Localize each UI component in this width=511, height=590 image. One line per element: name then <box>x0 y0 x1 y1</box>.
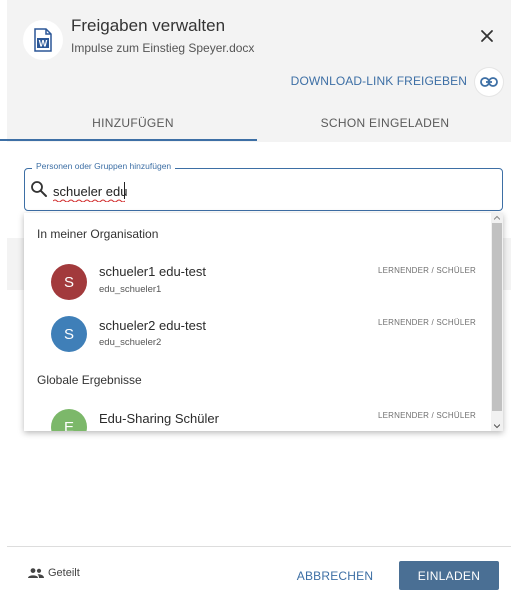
option-edu-sharing[interactable]: E Edu-Sharing Schüler LERNENDER / SCHÜLE… <box>24 406 490 431</box>
search-legend: Personen oder Gruppen hinzufügen <box>32 161 176 171</box>
option-schueler2[interactable]: S schueler2 edu-test edu_schueler2 LERNE… <box>24 312 490 362</box>
download-link-share-button[interactable]: DOWNLOAD-LINK FREIGEBEN <box>291 74 467 88</box>
avatar: S <box>51 316 87 352</box>
link-icon <box>480 77 498 87</box>
shared-label: Geteilt <box>48 567 80 579</box>
word-file-icon: W <box>23 20 63 60</box>
close-button[interactable] <box>475 24 499 48</box>
cancel-button[interactable]: ABBRECHEN <box>296 564 374 588</box>
dialog-title: Freigaben verwalten <box>71 16 226 35</box>
tab-add[interactable]: HINZUFÜGEN <box>7 106 259 142</box>
invite-button[interactable]: EINLADEN <box>399 561 499 590</box>
autocomplete-dropdown: In meiner Organisation S schueler1 edu-t… <box>24 213 503 431</box>
footer-divider <box>7 546 511 547</box>
option-username: edu_schueler1 <box>99 284 162 295</box>
group-label-global: Globale Ergebnisse <box>37 373 142 387</box>
option-role: LERNENDER / SCHÜLER <box>377 266 476 275</box>
search-icon <box>31 181 47 197</box>
option-name: schueler2 edu-test <box>99 318 206 333</box>
option-schueler1[interactable]: S schueler1 edu-test edu_schueler1 LERNE… <box>24 258 490 308</box>
option-role: LERNENDER / SCHÜLER <box>377 411 476 420</box>
option-role: LERNENDER / SCHÜLER <box>377 318 476 327</box>
spellcheck-underline <box>53 199 125 202</box>
scroll-thumb[interactable] <box>492 223 502 411</box>
active-tab-indicator <box>0 139 257 141</box>
avatar: S <box>51 264 87 300</box>
scroll-down-icon[interactable] <box>494 423 500 429</box>
tab-bar: HINZUFÜGEN SCHON EINGELADEN <box>7 106 511 142</box>
close-icon <box>481 30 493 42</box>
avatar: E <box>51 409 87 431</box>
shared-status[interactable]: Geteilt <box>28 567 80 579</box>
link-share-button[interactable] <box>475 68 503 96</box>
option-username: edu_schueler2 <box>99 337 162 348</box>
tab-already-invited[interactable]: SCHON EINGELADEN <box>259 106 511 142</box>
group-label-organisation: In meiner Organisation <box>37 227 159 241</box>
people-icon <box>28 568 44 578</box>
text-caret <box>124 182 125 199</box>
dialog-header: W Freigaben verwalten Impulse zum Einsti… <box>7 0 511 142</box>
option-name: Edu-Sharing Schüler <box>99 411 219 426</box>
file-icon-letter: W <box>39 39 48 49</box>
option-name: schueler1 edu-test <box>99 264 206 279</box>
scroll-up-icon[interactable] <box>494 215 500 221</box>
search-input[interactable]: schueler edu <box>53 184 127 199</box>
file-name: Impulse zum Einstieg Speyer.docx <box>71 41 255 55</box>
dropdown-scrollbar[interactable] <box>491 213 503 431</box>
